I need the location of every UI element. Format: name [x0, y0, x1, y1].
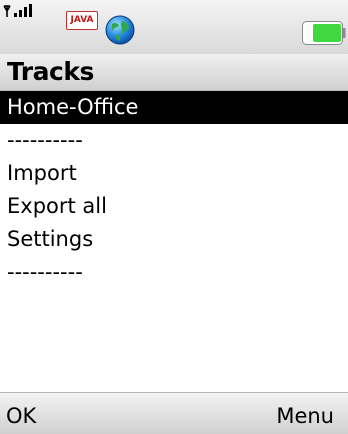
softkey-bar: OK Menu	[0, 392, 348, 434]
menu-item-label: Settings	[7, 227, 94, 251]
menu-separator: ----------	[0, 256, 348, 289]
menu-item-import[interactable]: Import	[0, 157, 348, 190]
signal-strength-icon	[3, 4, 32, 17]
menu-item-label: Home-Office	[7, 95, 139, 119]
tracks-menu: Home-Office ---------- Import Export all…	[0, 91, 348, 289]
menu-item-settings[interactable]: Settings	[0, 223, 348, 256]
globe-icon	[105, 15, 135, 45]
menu-item-label: Import	[7, 161, 77, 185]
menu-item-export-all[interactable]: Export all	[0, 190, 348, 223]
phone-screen: JAVA Tracks Home-Office ---------- Impor…	[0, 0, 348, 434]
menu-separator: ----------	[0, 124, 348, 157]
battery-icon	[302, 21, 346, 45]
menu-item-home-office[interactable]: Home-Office	[0, 91, 348, 124]
page-title: Tracks	[7, 57, 94, 86]
menu-softkey[interactable]: Menu	[276, 401, 334, 431]
java-badge: JAVA	[66, 11, 98, 30]
separator-label: ----------	[7, 260, 83, 284]
title-bar: Tracks	[0, 54, 348, 91]
menu-item-label: Export all	[7, 194, 107, 218]
status-bar: JAVA	[0, 0, 348, 54]
separator-label: ----------	[7, 128, 83, 152]
ok-softkey[interactable]: OK	[6, 401, 36, 431]
